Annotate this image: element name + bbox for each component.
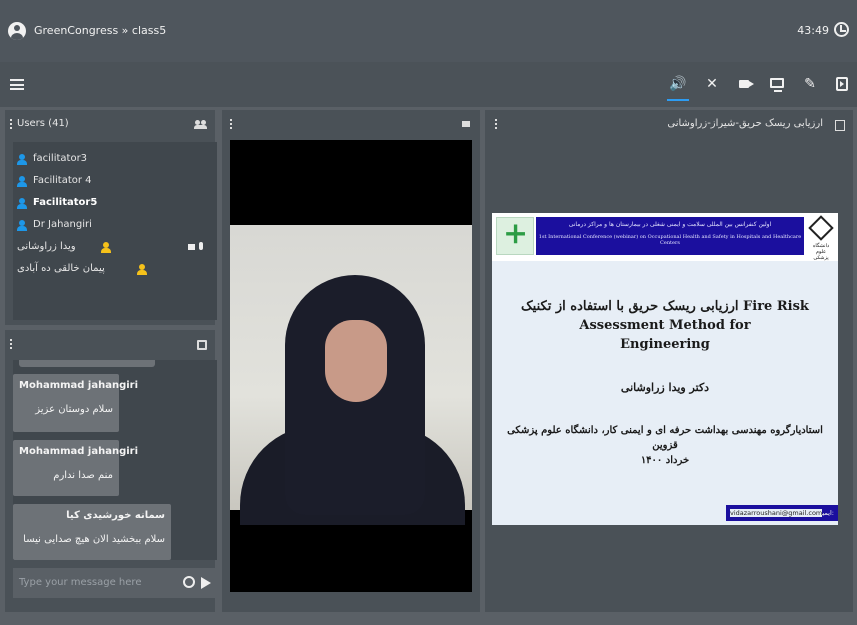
users-group-icon[interactable]: [194, 120, 207, 129]
pen-icon[interactable]: ✎: [801, 75, 819, 93]
user-name: Dr Jahangiri: [33, 219, 92, 230]
user-icon: [17, 176, 27, 188]
user-row[interactable]: ویدا زراوشانی: [13, 238, 211, 260]
emoji-icon[interactable]: [183, 576, 195, 588]
user-row[interactable]: پیمان خالقی ده آبادی: [13, 260, 211, 282]
camera-icon[interactable]: [462, 121, 470, 127]
video-on-icon: [188, 244, 195, 250]
user-icon: [17, 220, 27, 232]
menu-icon[interactable]: [10, 79, 24, 90]
user-row[interactable]: Facilitator5: [13, 194, 211, 216]
user-icon: [17, 154, 27, 166]
scroll-fragment: [19, 360, 155, 367]
chat-text: سلام ببخشید الان هیچ صدایی نیسا: [23, 534, 165, 545]
slide-date: خرداد ۱۴۰۰: [640, 455, 690, 466]
slide-title: ارزیابی ریسک حریق با استفاده از تکنیک Fi…: [492, 297, 838, 354]
mic-off-icon[interactable]: ✕: [703, 75, 721, 93]
send-icon[interactable]: [201, 577, 211, 589]
users-panel-header: Users (41): [5, 110, 215, 140]
speaker-face: [325, 320, 387, 402]
message-icon: [197, 340, 207, 350]
presentation-header: ارزیابی ریسک حریق-شیراز-زراوشانی: [485, 110, 853, 140]
video-panel: [222, 110, 480, 612]
user-row[interactable]: Dr Jahangiri: [13, 216, 211, 238]
chat-message: Mohammad jahangiri منم صدا ندارم: [13, 440, 138, 496]
toolbar: 🔊 ✕ ✎: [0, 62, 857, 107]
chat-sender: سمانه خورشیدی کیا: [66, 510, 165, 521]
user-name: Facilitator 4: [33, 175, 92, 186]
banner-stripe: اولین کنفرانس بین المللی سلامت و ایمنی ش…: [536, 217, 804, 255]
camera-icon[interactable]: [737, 75, 755, 93]
breadcrumb: GreenCongress » class5: [34, 24, 167, 37]
exit-presentation-icon[interactable]: [835, 120, 845, 131]
slide-title-line2: Engineering: [620, 337, 710, 352]
webcam-image: [230, 225, 472, 525]
user-name: ویدا زراوشانی: [17, 241, 76, 252]
session-timer: 43:49: [797, 24, 829, 37]
banner-fa-text: اولین کنفرانس بین المللی سلامت و ایمنی ش…: [568, 221, 772, 228]
presentation-title: ارزیابی ریسک حریق-شیراز-زراوشانی: [667, 118, 823, 129]
chat-text: سلام دوستان عزیز: [35, 404, 113, 415]
chat-sender: Mohammad jahangiri: [19, 380, 139, 391]
user-icon: [137, 264, 147, 276]
user-name: Facilitator5: [33, 197, 98, 208]
user-row[interactable]: Facilitator 4: [13, 172, 211, 194]
users-panel: Users (41) facilitator3 Facilitator 4 Fa…: [5, 110, 217, 325]
chat-messages[interactable]: Mohammad jahangiri سلام دوستان عزیز Moha…: [13, 360, 217, 560]
slide-title-line1: ارزیابی ریسک حریق با استفاده از تکنیک Fi…: [521, 299, 809, 333]
conference-logo: [496, 216, 534, 255]
presentation-panel: ارزیابی ریسک حریق-شیراز-زراوشانی اولین ک…: [485, 110, 853, 612]
chat-panel-header: [5, 330, 215, 360]
slide-author: دکتر ویدا زراوشانی: [620, 381, 710, 394]
user-row[interactable]: facilitator3: [13, 150, 211, 172]
user-name: facilitator3: [33, 153, 88, 164]
chat-input[interactable]: Type your message here: [13, 568, 217, 598]
university-logo-text: دانشگاه علوم پزشکی: [812, 243, 830, 261]
screen-share-icon[interactable]: [768, 75, 786, 93]
email-address: vidazarroushani@gmail.com: [730, 509, 823, 517]
top-bar: GreenCongress » class5 43:49: [0, 0, 857, 62]
speaker-icon[interactable]: 🔊: [667, 75, 689, 101]
slide-banner: اولین کنفرانس بین المللی سلامت و ایمنی ش…: [492, 213, 838, 261]
presentation-slide: اولین کنفرانس بین المللی سلامت و ایمنی ش…: [492, 213, 838, 525]
slide-email-bar: ایمیل: vidazarroushani@gmail.com: [726, 505, 838, 521]
user-icon: [17, 198, 27, 210]
chat-sender: Mohammad jahangiri: [19, 446, 139, 457]
video-feed[interactable]: [230, 140, 472, 592]
more-options-icon[interactable]: [10, 119, 13, 130]
chat-panel: Mohammad jahangiri سلام دوستان عزیز Moha…: [5, 330, 217, 612]
exit-icon[interactable]: [833, 75, 851, 93]
user-list: facilitator3 Facilitator 4 Facilitator5 …: [13, 142, 217, 320]
clock-icon: [834, 22, 849, 37]
users-title: Users (41): [17, 118, 69, 129]
more-options-icon[interactable]: [230, 119, 233, 130]
university-logo: دانشگاه علوم پزشکی: [808, 215, 834, 261]
chat-message: Mohammad jahangiri سلام دوستان عزیز: [13, 374, 138, 432]
slide-affiliation: استادیارگروه مهندسی بهداشت حرفه ای و ایم…: [502, 423, 828, 468]
avatar-icon[interactable]: [8, 22, 26, 40]
chat-message: سمانه خورشیدی کیا سلام ببخشید الان هیچ ص…: [13, 504, 171, 560]
chat-text: منم صدا ندارم: [53, 470, 113, 481]
mic-on-icon: [199, 242, 203, 250]
user-name: پیمان خالقی ده آبادی: [17, 263, 105, 274]
banner-en-text: 1st International Conference (webinar) o…: [538, 234, 802, 246]
slide-affiliation-line1: استادیارگروه مهندسی بهداشت حرفه ای و ایم…: [507, 425, 823, 451]
chat-input-placeholder: Type your message here: [19, 577, 142, 588]
user-icon: [101, 242, 111, 254]
video-panel-header: [222, 110, 480, 140]
more-options-icon[interactable]: [10, 339, 13, 350]
